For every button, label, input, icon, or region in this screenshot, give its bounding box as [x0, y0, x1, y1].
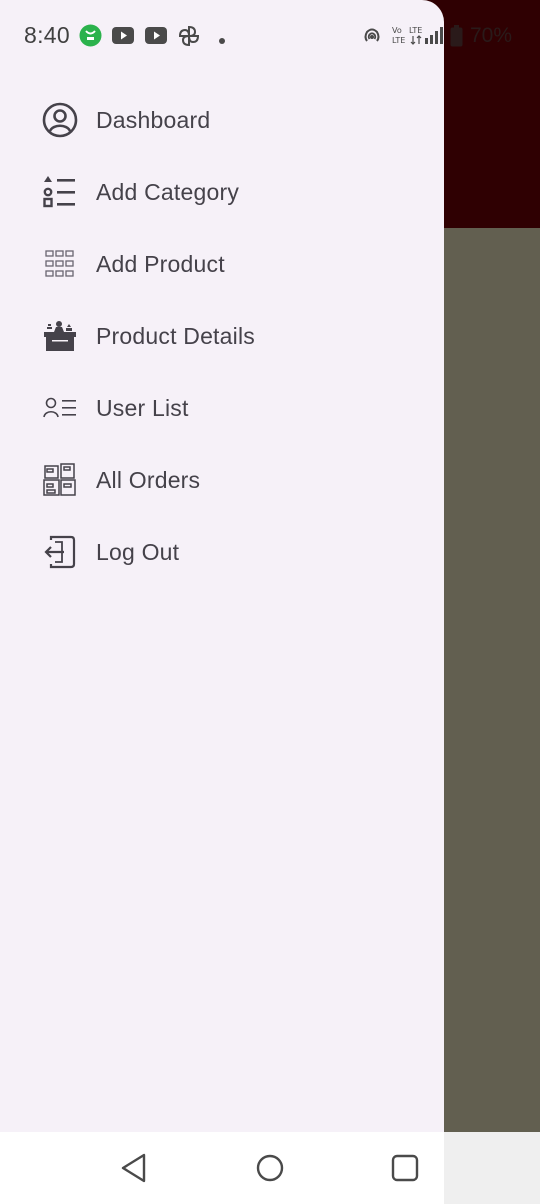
desk-icon [42, 318, 78, 354]
hotspot-icon [361, 24, 383, 51]
pinwheel-icon [177, 24, 201, 53]
menu-item-product-details[interactable]: Product Details [0, 300, 444, 372]
grid-icon [42, 246, 78, 282]
home-icon[interactable] [254, 1152, 286, 1184]
battery-icon [450, 25, 463, 52]
app-notification-icon [79, 24, 102, 52]
menu-label: User List [96, 395, 189, 421]
menu-label: Add Category [96, 179, 240, 205]
svg-text:LTE: LTE [392, 36, 405, 45]
menu-item-user-list[interactable]: User List [0, 372, 444, 444]
user-list-icon [42, 390, 78, 426]
svg-text:LTE: LTE [409, 26, 422, 35]
menu-item-log-out[interactable]: Log Out [0, 516, 444, 588]
system-nav-bar [0, 1132, 444, 1204]
menu-item-dashboard[interactable]: Dashboard [0, 84, 444, 156]
status-time: 8:40 [24, 22, 70, 48]
menu-item-add-product[interactable]: Add Product [0, 228, 444, 300]
svg-text:Vo: Vo [392, 26, 402, 35]
back-icon[interactable] [118, 1152, 150, 1184]
volte-icon: Vo LTE [391, 24, 405, 51]
recents-icon[interactable] [389, 1152, 421, 1184]
menu-label: All Orders [96, 467, 201, 493]
menu-label: Dashboard [96, 107, 211, 133]
category-list-icon [42, 174, 78, 210]
account-circle-icon [42, 102, 78, 138]
battery-percentage: 70% [470, 24, 513, 47]
youtube-icon [144, 24, 168, 52]
menu-item-all-orders[interactable]: All Orders [0, 444, 444, 516]
packages-icon [42, 462, 78, 498]
drawer-menu: Dashboard Add Category Add Product Produ… [0, 84, 444, 588]
dot-icon [218, 32, 226, 50]
navigation-drawer: Dashboard Add Category Add Product Produ… [0, 0, 444, 1132]
status-bar: 8:40 Vo LTE LTE 70% [0, 0, 540, 72]
menu-item-add-category[interactable]: Add Category [0, 156, 444, 228]
menu-label: Log Out [96, 539, 180, 565]
menu-label: Add Product [96, 251, 225, 277]
menu-label: Product Details [96, 323, 255, 349]
youtube-icon [111, 24, 135, 52]
lte-signal-icon: LTE [409, 24, 443, 51]
logout-icon [42, 534, 78, 570]
